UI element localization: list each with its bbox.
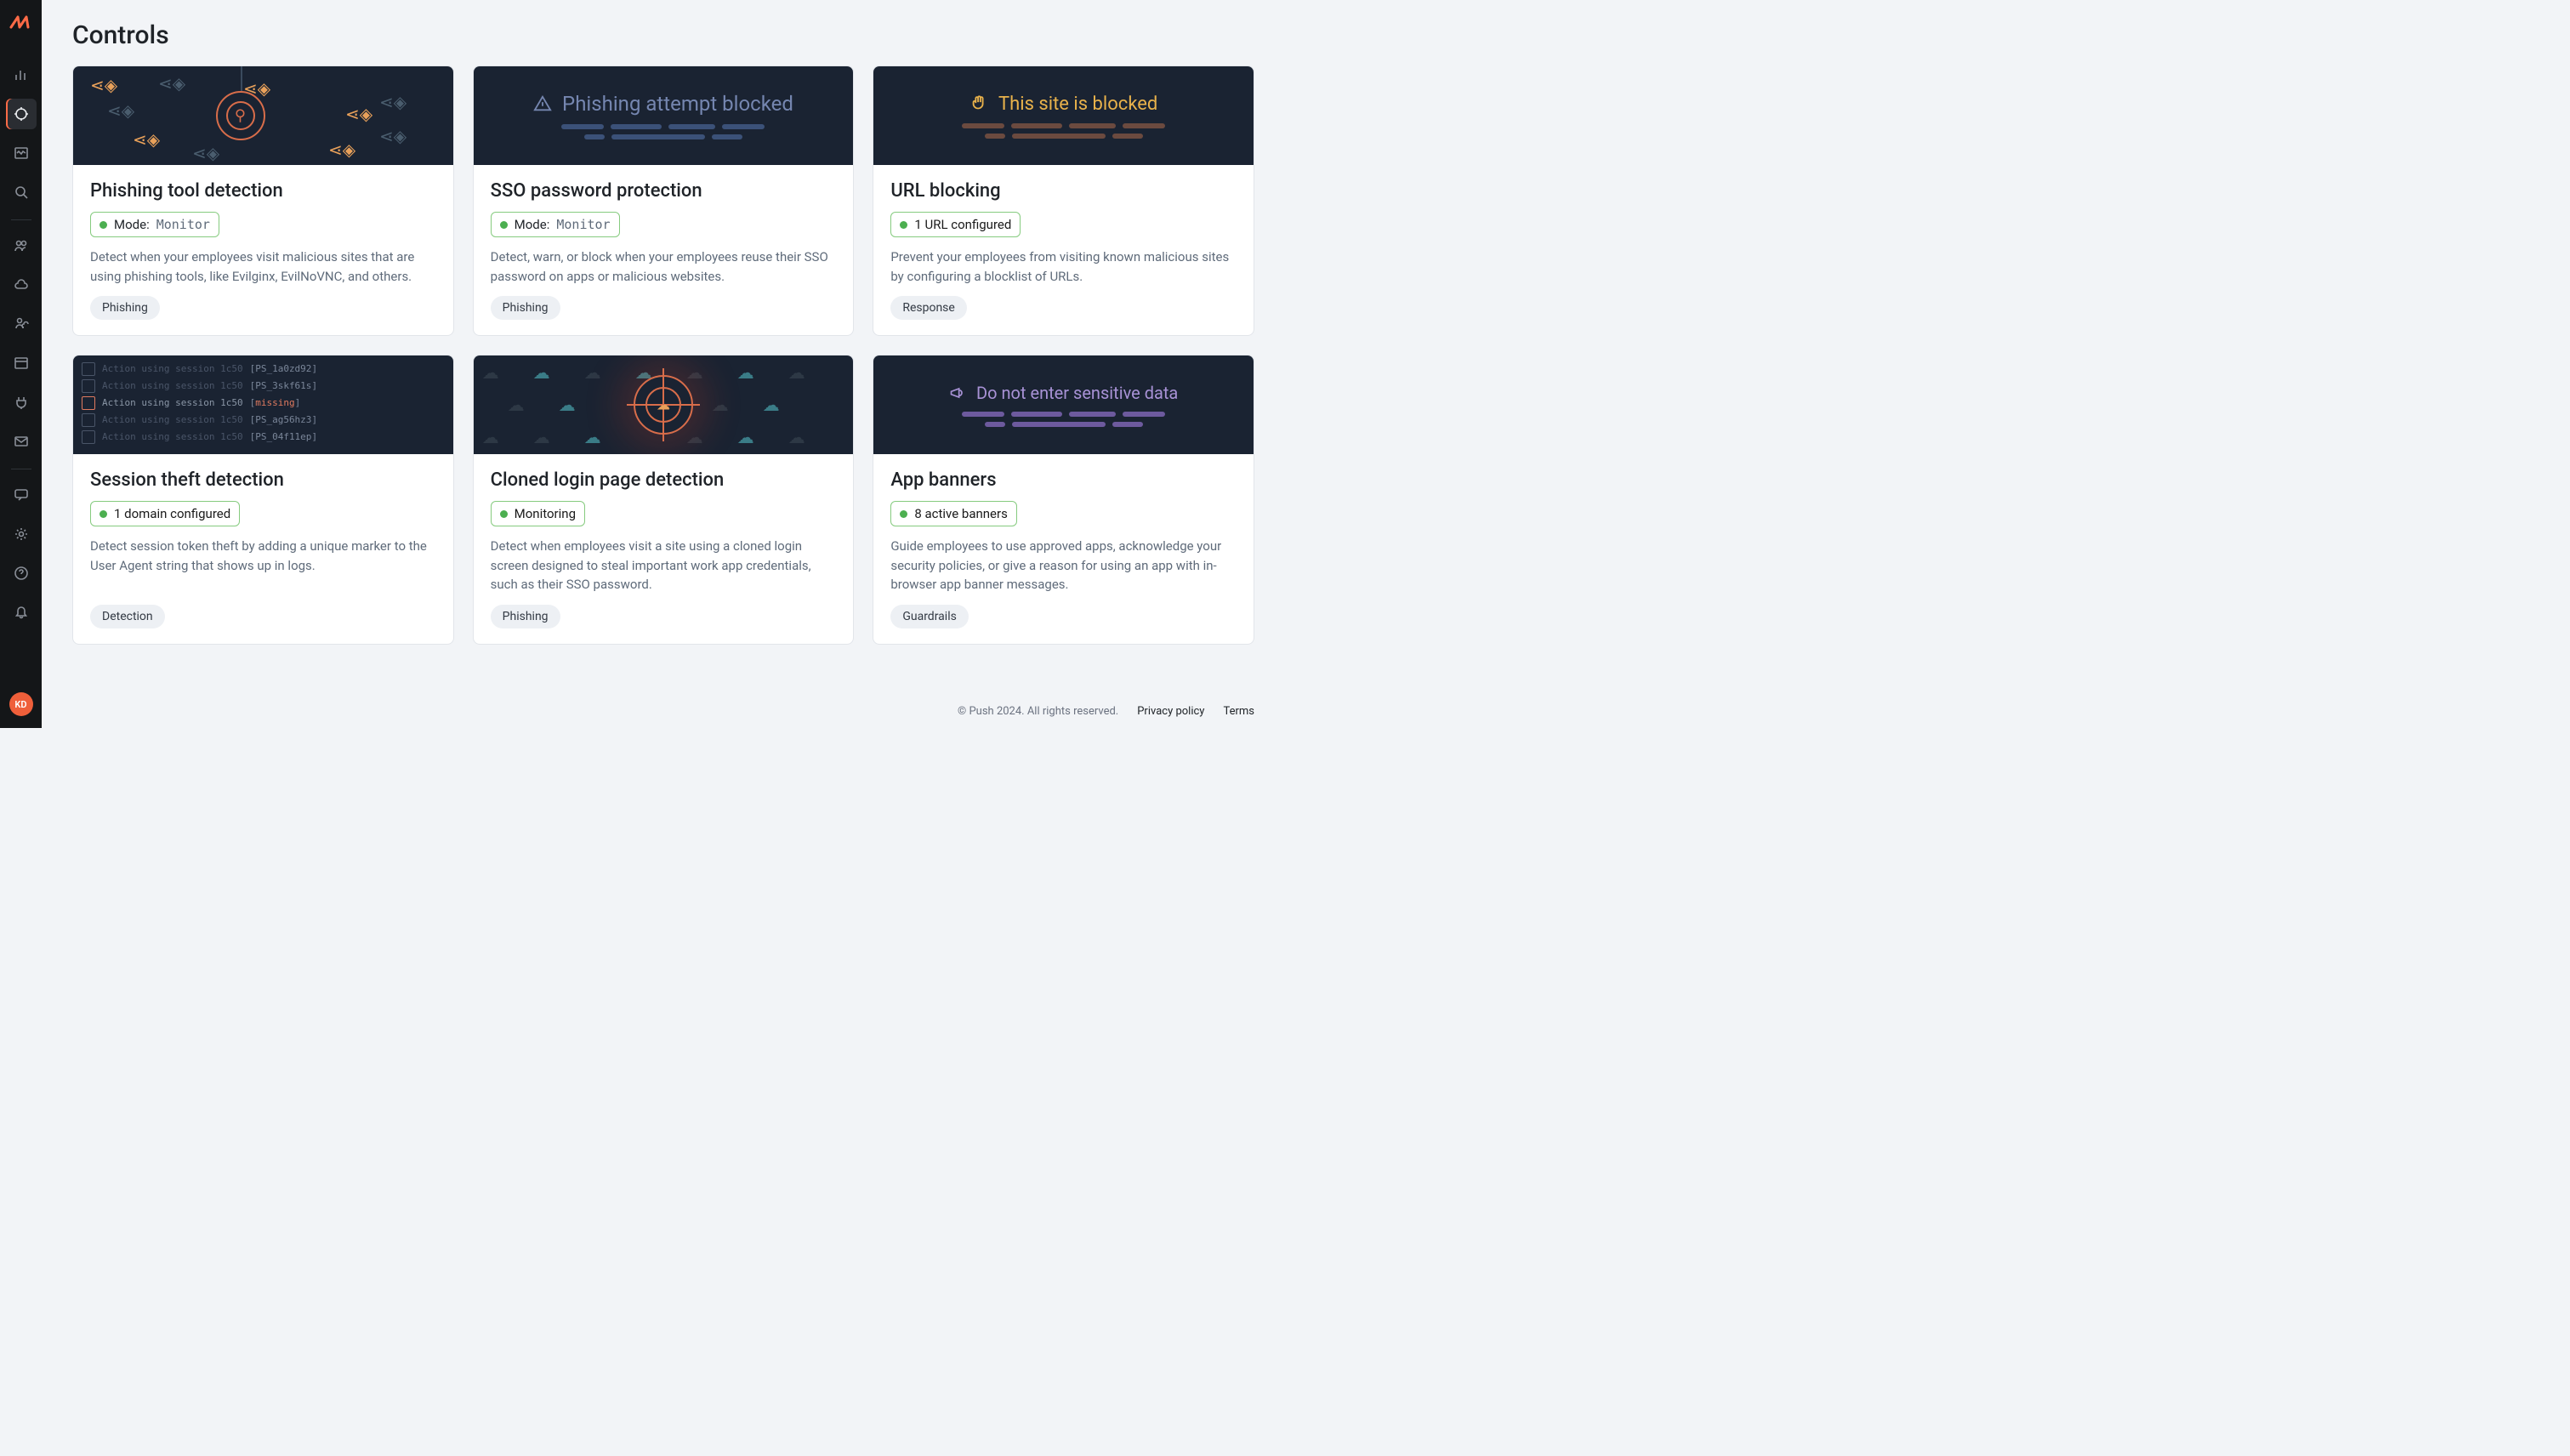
status-dot-icon <box>900 221 907 229</box>
status-dot-icon <box>900 510 907 518</box>
status-chip: Monitoring <box>491 501 585 526</box>
target-icon: ☁ <box>634 375 693 435</box>
nav-integrations[interactable] <box>6 387 37 418</box>
card-title: Phishing tool detection <box>90 180 436 202</box>
nav-settings[interactable] <box>6 519 37 549</box>
card-hero-illustration: Action using session 1c50[PS_1a0zd92] Ac… <box>73 355 453 454</box>
nav-analytics[interactable] <box>6 60 37 90</box>
status-dot-icon <box>500 221 508 229</box>
card-description: Detect, warn, or block when your employe… <box>491 247 837 286</box>
card-url-blocking[interactable]: This site is blocked URL blocking 1 URL … <box>873 65 1254 336</box>
nav-notifications[interactable] <box>6 597 37 628</box>
card-hero-illustration: Do not enter sensitive data <box>873 355 1254 454</box>
category-pill: Guardrails <box>890 605 969 628</box>
nav-help[interactable] <box>6 558 37 589</box>
card-title: SSO password protection <box>491 180 837 202</box>
status-chip: Mode: Monitor <box>491 212 620 237</box>
sidebar: KD <box>0 0 42 728</box>
card-phishing-tool-detection[interactable]: ⋖◈ ⋖◈ ⋖◈ ⋖◈ ⋖◈ ⋖◈ ⋖◈ ⋖◈ ⋖◈ ⋖◈ <box>72 65 454 336</box>
card-hero-illustration: ☁ ☁ ☁ ☁ ☁ ☁ ☁ ☁ ☁ ☁ ☁ ☁ ☁ <box>474 355 854 454</box>
card-description: Detect when employees visit a site using… <box>491 537 837 594</box>
nav-cloud[interactable] <box>6 270 37 300</box>
card-session-theft-detection[interactable]: Action using session 1c50[PS_1a0zd92] Ac… <box>72 355 454 645</box>
nav-controls[interactable] <box>6 99 37 129</box>
category-pill: Response <box>890 296 967 320</box>
footer-terms-link[interactable]: Terms <box>1223 705 1254 718</box>
card-app-banners[interactable]: Do not enter sensitive data App banners … <box>873 355 1254 645</box>
card-title: Session theft detection <box>90 469 436 491</box>
status-dot-icon <box>500 510 508 518</box>
status-prefix: Mode: <box>114 217 150 232</box>
nav-people[interactable] <box>6 230 37 261</box>
hero-text: This site is blocked <box>998 94 1157 115</box>
nav-chat[interactable] <box>6 480 37 510</box>
card-title: Cloned login page detection <box>491 469 837 491</box>
status-chip: Mode: Monitor <box>90 212 219 237</box>
card-title: App banners <box>890 469 1237 491</box>
card-hero-illustration: This site is blocked <box>873 66 1254 165</box>
megaphone-icon <box>949 384 966 401</box>
status-value: Monitor <box>156 217 210 232</box>
category-pill: Phishing <box>90 296 160 320</box>
status-dot-icon <box>100 510 107 518</box>
avatar[interactable]: KD <box>9 692 33 716</box>
footer-privacy-link[interactable]: Privacy policy <box>1137 705 1204 718</box>
nav-search[interactable] <box>6 177 37 208</box>
nav-mail[interactable] <box>6 426 37 457</box>
hero-text: Do not enter sensitive data <box>976 383 1178 403</box>
nav-browser[interactable] <box>6 348 37 378</box>
page-title: Controls <box>72 20 1254 50</box>
category-pill: Phishing <box>491 296 560 320</box>
status-chip: 8 active banners <box>890 501 1017 526</box>
hand-stop-icon <box>969 94 988 113</box>
status-value: 8 active banners <box>914 506 1008 521</box>
card-description: Detect when your employees visit malicio… <box>90 247 436 286</box>
main: Controls ⋖◈ ⋖◈ ⋖◈ ⋖◈ ⋖◈ ⋖◈ ⋖◈ ⋖◈ <box>42 0 1285 728</box>
card-description: Prevent your employees from visiting kno… <box>890 247 1237 286</box>
status-value: 1 URL configured <box>914 217 1011 232</box>
cards-grid: ⋖◈ ⋖◈ ⋖◈ ⋖◈ ⋖◈ ⋖◈ ⋖◈ ⋖◈ ⋖◈ ⋖◈ <box>72 65 1254 645</box>
status-value: 1 domain configured <box>114 506 230 521</box>
status-chip: 1 URL configured <box>890 212 1021 237</box>
status-prefix: Mode: <box>515 217 550 232</box>
card-description: Guide employees to use approved apps, ac… <box>890 537 1237 594</box>
warning-triangle-icon <box>533 94 552 113</box>
status-value: Monitoring <box>515 506 576 521</box>
status-value: Monitor <box>556 217 610 232</box>
category-pill: Detection <box>90 605 165 628</box>
status-dot-icon <box>100 221 107 229</box>
card-sso-password-protection[interactable]: Phishing attempt blocked SSO password pr… <box>473 65 855 336</box>
nav-activity[interactable] <box>6 138 37 168</box>
brand-logo[interactable] <box>9 10 33 34</box>
nav-user-cloud[interactable] <box>6 309 37 339</box>
card-cloned-login-detection[interactable]: ☁ ☁ ☁ ☁ ☁ ☁ ☁ ☁ ☁ ☁ ☁ ☁ ☁ <box>473 355 855 645</box>
footer: © Push 2024. All rights reserved. Privac… <box>42 697 1285 728</box>
category-pill: Phishing <box>491 605 560 628</box>
card-hero-illustration: ⋖◈ ⋖◈ ⋖◈ ⋖◈ ⋖◈ ⋖◈ ⋖◈ ⋖◈ ⋖◈ ⋖◈ <box>73 66 453 165</box>
footer-copyright: © Push 2024. All rights reserved. <box>958 705 1118 718</box>
hero-text: Phishing attempt blocked <box>562 92 793 116</box>
card-title: URL blocking <box>890 180 1237 202</box>
card-hero-illustration: Phishing attempt blocked <box>474 66 854 165</box>
nav-divider <box>11 219 31 220</box>
card-description: Detect session token theft by adding a u… <box>90 537 436 594</box>
status-chip: 1 domain configured <box>90 501 240 526</box>
